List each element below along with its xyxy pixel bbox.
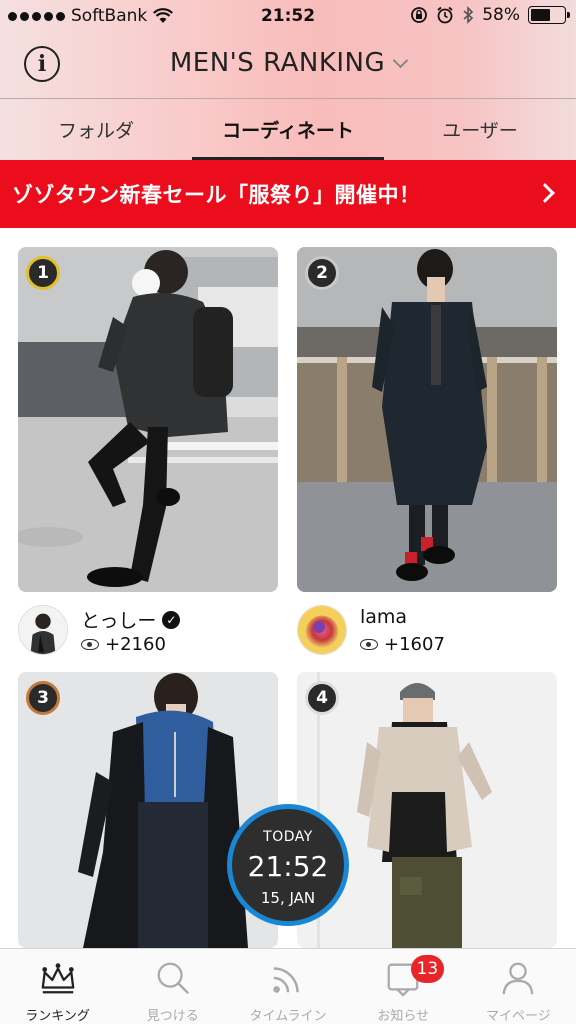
- user-row-2[interactable]: lama +1607: [297, 600, 557, 660]
- notification-badge: 13: [410, 955, 445, 983]
- battery-icon: [528, 6, 570, 24]
- outfit-card-1[interactable]: 1: [18, 247, 278, 592]
- status-bar: SoftBank 21:52 58%: [0, 0, 576, 34]
- crown-icon: [41, 963, 74, 994]
- carrier-label: SoftBank: [71, 6, 148, 26]
- tab-discover[interactable]: 見つける: [115, 949, 230, 1024]
- view-count: +1607: [384, 634, 445, 655]
- outfit-photo: [297, 247, 557, 592]
- tab-ranking[interactable]: ランキング: [0, 949, 115, 1024]
- tab-label: 見つける: [146, 1009, 199, 1024]
- header: SoftBank 21:52 58% i MEN'S RANKING フォルダ …: [0, 0, 576, 160]
- ranking-selector[interactable]: MEN'S RANKING: [169, 48, 409, 78]
- wifi-icon: [153, 8, 174, 23]
- title-wrap: MEN'S RANKING: [0, 48, 576, 78]
- username-group: lama: [360, 606, 407, 628]
- username: lama: [360, 606, 408, 628]
- bluetooth-icon: [463, 6, 474, 24]
- verified-icon: ✓: [162, 610, 181, 629]
- avatar: [297, 605, 347, 655]
- rank-badge: 4: [305, 681, 339, 715]
- outfit-photo: [18, 247, 278, 592]
- rotation-lock-icon: [411, 7, 428, 23]
- battery-percent: 58%: [482, 5, 520, 25]
- clock-label: TODAY: [263, 829, 313, 845]
- username-group: とっしー ✓: [81, 606, 181, 633]
- view-count: +2160: [105, 634, 166, 655]
- tab-label: ランキング: [25, 1009, 90, 1024]
- tab-mypage[interactable]: マイページ: [461, 949, 576, 1024]
- navbar: i MEN'S RANKING: [0, 34, 576, 98]
- user-row-1[interactable]: とっしー ✓ +2160: [18, 600, 278, 660]
- search-icon: [157, 962, 189, 995]
- chevron-right-icon: [535, 183, 555, 203]
- today-clock-widget[interactable]: TODAY 21:52 15, JAN: [227, 804, 349, 926]
- clock-time: 21:52: [247, 850, 329, 883]
- page-title: MEN'S RANKING: [169, 48, 386, 78]
- tab-label: お知らせ: [377, 1009, 430, 1024]
- status-right: 58%: [410, 5, 570, 25]
- rank-badge: 1: [26, 256, 60, 290]
- signal-icon: [8, 11, 65, 21]
- tab-timeline[interactable]: タイムライン: [230, 949, 345, 1024]
- banner-text: ゾゾタウン新春セール「服祭り」開催中！: [12, 183, 421, 207]
- rank-badge: 2: [305, 256, 339, 290]
- tab-coordinate[interactable]: コーディネート: [192, 99, 384, 160]
- tab-folder[interactable]: フォルダ: [0, 99, 192, 160]
- rank-badge: 3: [26, 681, 60, 715]
- feed-icon: [273, 967, 299, 993]
- outfit-card-2[interactable]: 2: [297, 247, 557, 592]
- battery-level: [531, 9, 550, 21]
- clock-date: 15, JAN: [260, 889, 316, 907]
- tab-bar-top: フォルダ コーディネート ユーザー: [0, 99, 576, 160]
- tab-notifications[interactable]: お知らせ 13: [346, 949, 461, 1024]
- tab-user[interactable]: ユーザー: [384, 99, 576, 160]
- tab-label: マイページ: [486, 1009, 551, 1024]
- view-count-group: +2160: [81, 634, 166, 655]
- username: とっしー: [81, 610, 157, 632]
- eye-icon: [360, 639, 378, 650]
- view-count-group: +1607: [360, 634, 445, 655]
- chevron-down-icon: [392, 52, 409, 68]
- avatar: [18, 605, 68, 655]
- tab-label: タイムライン: [249, 1009, 327, 1024]
- user-icon: [503, 962, 534, 995]
- sale-banner[interactable]: ゾゾタウン新春セール「服祭り」開催中！: [0, 160, 576, 228]
- bottom-tab-bar: ランキング 見つける タイムライン お知らせ 13 マイページ: [0, 948, 576, 1024]
- eye-icon: [81, 639, 99, 650]
- carrier-group: SoftBank: [8, 6, 174, 26]
- alarm-icon: [437, 6, 453, 24]
